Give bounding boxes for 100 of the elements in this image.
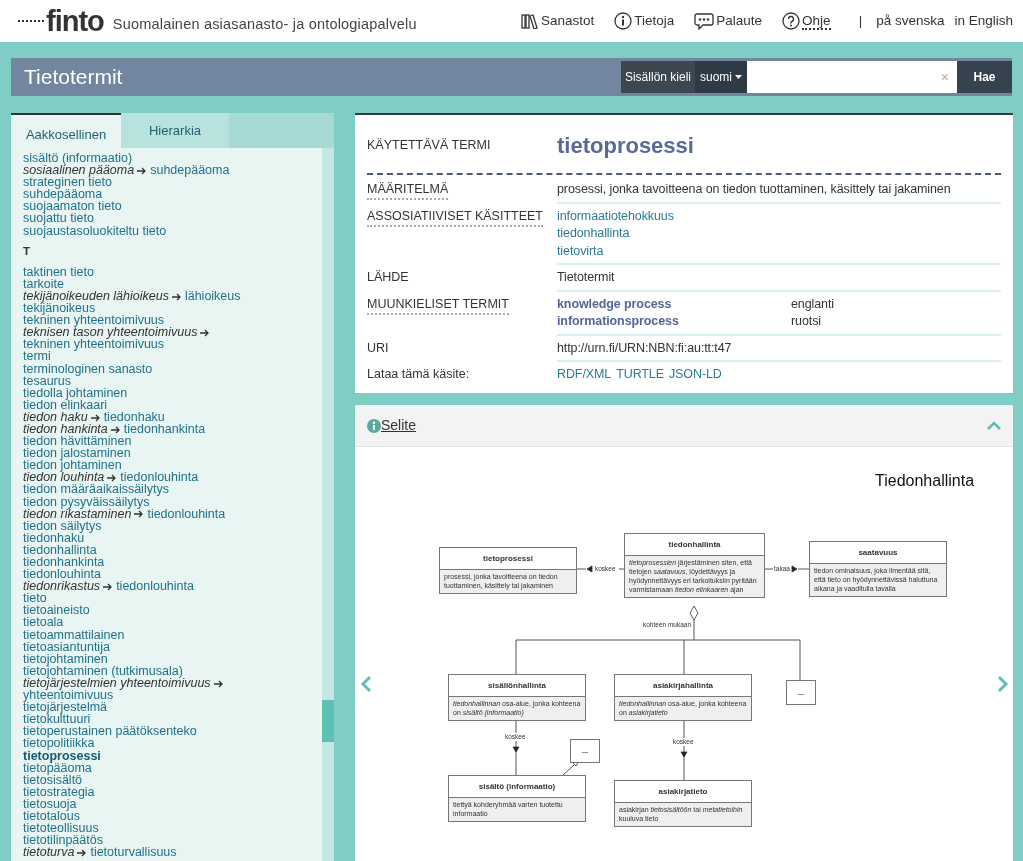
term-link[interactable]: tiedon määräaikaissäilytys [23,482,169,497]
preferred-term: tietoprosessi [557,132,694,160]
term-link[interactable]: tietoammattilainen [23,627,125,642]
class-name: tietoprosessi [482,553,534,565]
term-link[interactable]: terminologinen sanasto [23,361,153,376]
term-link[interactable]: tietotilinpäätös [23,833,103,848]
arrow-icon [134,510,145,519]
term-link[interactable]: tietoaineisto [23,603,90,618]
term-link[interactable]: tiedonlouhinta [23,567,101,582]
term-link[interactable]: tiedonlouhinta [147,506,226,521]
term-link[interactable]: tietosuoja [23,796,77,811]
term-link[interactable]: tarkoite [23,276,64,291]
logo[interactable]: finto [18,6,104,36]
property-label: MÄÄRITELMÄ [367,181,449,200]
alternative-label: tiedon haku [23,409,88,424]
help-icon [782,12,801,30]
separator: | [858,11,863,30]
translated-term[interactable]: informationsprocess [557,313,791,331]
term-link[interactable]: taktinen tieto [23,264,94,279]
property-value: http://urn.fi/URN:NBN:fi:au:tt:t47 [557,339,733,357]
term-link[interactable]: tiedon säilytys [23,518,102,533]
appendix-title: Selite [381,416,417,435]
association-line [576,565,625,573]
term-link[interactable]: strateginen tieto [23,175,112,190]
term-link[interactable]: tietoperustainen päätöksenteko [23,724,197,739]
translated-term[interactable]: knowledge process [557,295,791,313]
tab[interactable]: Hierarkia [121,113,229,148]
nav-link[interactable]: Palaute [694,10,763,32]
chevron-up-icon[interactable] [987,421,1001,430]
arrow-icon [90,413,101,422]
arrow-icon [107,474,118,483]
term-link[interactable]: tiedonlouhinta [120,470,199,485]
alternative-label: tiedon hankinta [23,421,108,436]
term-link[interactable]: tiedonhaku [103,409,165,424]
concept-link[interactable]: informaatiotehokkuus [557,208,674,223]
vocabulary-title: Tietotermit [23,64,123,91]
language-link[interactable]: in English [954,10,1013,32]
arrow-icon [137,166,148,175]
tab[interactable]: Aakkosellinen [11,113,121,148]
concept-link[interactable]: tietovirta [557,243,604,258]
arrow-icon [171,292,182,301]
property-label: MUUNKIELISET TERMIT [367,295,509,315]
class-name: saatavuus [857,547,899,559]
nav-link[interactable]: Sanastot [521,10,595,32]
placeholder-class: ... [570,739,600,763]
scrollbar-thumb[interactable] [322,700,334,742]
download-link[interactable]: RDF/XML [557,366,612,384]
nav-link[interactable]: Ohje [782,12,831,30]
term-link[interactable]: tietoala [23,615,64,630]
arrow-icon [213,679,224,688]
language-name: englanti [791,296,834,311]
alternative-label: tekijänoikeuden lähioikeus [23,288,169,303]
diagram-title: Tiedonhallinta [875,471,975,491]
term-link[interactable]: lähioikeus [184,288,241,303]
next-button[interactable] [997,673,1009,693]
term-link[interactable]: tiedolla johtaminen [23,385,128,400]
language-link[interactable]: på svenska [876,10,945,32]
language-name: ruotsi [791,314,821,328]
previous-button[interactable] [360,673,372,693]
association-line [764,565,810,573]
property-label: KÄYTETTÄVÄ TERMI [367,137,492,155]
class-name: asiakirjahallinta [652,680,714,692]
arrow-icon [110,425,121,434]
term-link[interactable]: termi [23,349,51,364]
download-link[interactable]: JSON-LD [668,366,722,384]
class-name: asiakirjatieto [657,786,709,798]
placeholder-class: ... [786,680,816,705]
term-link[interactable]: sisältö (informaatio) [23,151,133,165]
term-link[interactable]: tiedonhankinta [123,421,206,436]
term-link[interactable]: tiedon jalostaminen [23,446,131,461]
search-button[interactable]: Hae [957,61,1012,93]
term-link[interactable]: suojaamaton tieto [23,199,122,214]
property-value: Tietotermit [557,269,616,286]
term-link[interactable]: tietoturvallisuus [90,845,177,860]
term-link[interactable]: tieto [23,591,47,606]
language-dropdown[interactable]: suomi [695,61,747,93]
term-link[interactable]: tesaurus [23,373,71,388]
arrow-icon [103,582,114,591]
appendix-header[interactable]: Selite [355,405,1013,447]
term-link[interactable]: tiedonhankinta [23,555,105,569]
nav-link[interactable]: Tietoja [614,10,675,32]
class-name: tiedonhallinta [667,539,722,551]
property-value: prosessi, jonka tavoitteena on tiedon tuottaminen, käsittely tai jakaminen [557,181,952,198]
info-icon [614,12,633,30]
term-link[interactable]: tiedon hävittäminen [23,434,132,449]
property-label: ASSOSIATIIVISET KÄSITTEET [367,207,543,227]
term-link[interactable]: suhdepääoma [150,163,230,178]
download-link[interactable]: TURTLE [616,366,664,384]
property-label: URI [367,340,389,355]
arrow-icon [200,328,211,337]
concept-link[interactable]: tiedonhallinta [557,226,630,240]
term-link[interactable]: tietoasiantuntija [23,639,110,654]
class-name: sisällönhallinta [487,680,547,692]
property-label: Lataa tämä käsite: [367,367,470,381]
books-icon [521,13,539,29]
term-link[interactable]: tiedonlouhinta [116,579,194,594]
class-name: sisältö (informaatio) [477,781,557,793]
term-link[interactable]: tietoteollisuus [23,821,99,836]
term-link[interactable]: tietostrategia [23,784,95,799]
term-link[interactable]: tiedonhallinta [23,542,97,557]
